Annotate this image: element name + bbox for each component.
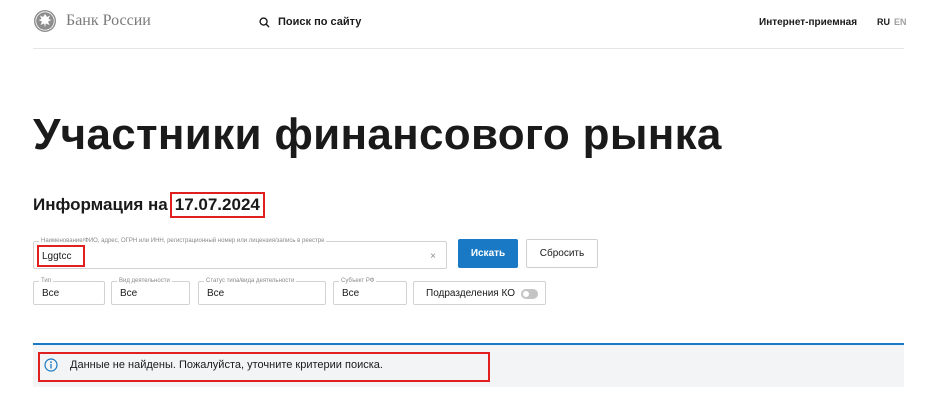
branches-toggle-label: Подразделения КО — [426, 288, 515, 299]
internet-reception-link[interactable]: Интернет-приемная — [759, 17, 857, 28]
registry-search-field[interactable]: Наименование/ФИО, адрес, ОГРН или ИНН, р… — [33, 237, 447, 269]
filter-activity[interactable]: Вид деятельности Все — [111, 277, 190, 305]
logo[interactable]: Банк России — [33, 9, 151, 33]
filter-activity-label: Вид деятельности — [117, 277, 172, 285]
info-date: 17.07.2024 — [169, 192, 265, 218]
filter-type-label: Тип — [39, 277, 54, 285]
toggle-knob — [523, 291, 529, 297]
language-switcher: RU EN — [877, 17, 907, 27]
site-search-button[interactable]: Поиск по сайту — [259, 16, 361, 28]
clear-icon[interactable]: × — [430, 251, 436, 262]
lang-ru[interactable]: RU — [877, 17, 890, 27]
branches-toggle-field[interactable]: Подразделения КО — [413, 281, 546, 305]
header-divider — [33, 48, 904, 49]
no-results-message: Данные не найдены. Пожалуйста, уточните … — [70, 359, 383, 371]
filter-status-label: Статус типа/вида деятельности — [204, 277, 297, 285]
result-panel: Данные не найдены. Пожалуйста, уточните … — [33, 345, 904, 387]
info-prefix: Информация на — [33, 195, 168, 214]
logo-text: Банк России — [66, 12, 151, 29]
info-date-heading: Информация на 17.07.2024 — [33, 192, 265, 218]
filter-subject-label: Субъект РФ — [339, 277, 377, 285]
registry-search-label: Наименование/ФИО, адрес, ОГРН или ИНН, р… — [39, 237, 327, 245]
filter-type-value: Все — [42, 288, 60, 299]
bank-emblem-icon — [34, 10, 56, 32]
search-button[interactable]: Искать — [458, 239, 518, 268]
site-search-label: Поиск по сайту — [278, 16, 362, 28]
filter-subject-value: Все — [342, 288, 360, 299]
filter-status[interactable]: Статус типа/вида деятельности Все — [198, 277, 326, 305]
site-header: Банк России Поиск по сайту Интернет-прие… — [0, 0, 925, 48]
search-icon — [259, 16, 270, 28]
filter-status-value: Все — [207, 288, 225, 299]
reset-button[interactable]: Сбросить — [526, 239, 598, 268]
info-icon — [44, 358, 58, 372]
filter-type[interactable]: Тип Все — [33, 277, 105, 305]
branches-toggle-switch[interactable] — [521, 289, 538, 299]
lang-en[interactable]: EN — [894, 17, 907, 27]
registry-search-value[interactable]: Lggtcc — [42, 251, 71, 262]
filter-activity-value: Все — [120, 288, 138, 299]
filter-subject[interactable]: Субъект РФ Все — [333, 277, 407, 305]
page-title: Участники финансового рынка — [33, 110, 722, 159]
